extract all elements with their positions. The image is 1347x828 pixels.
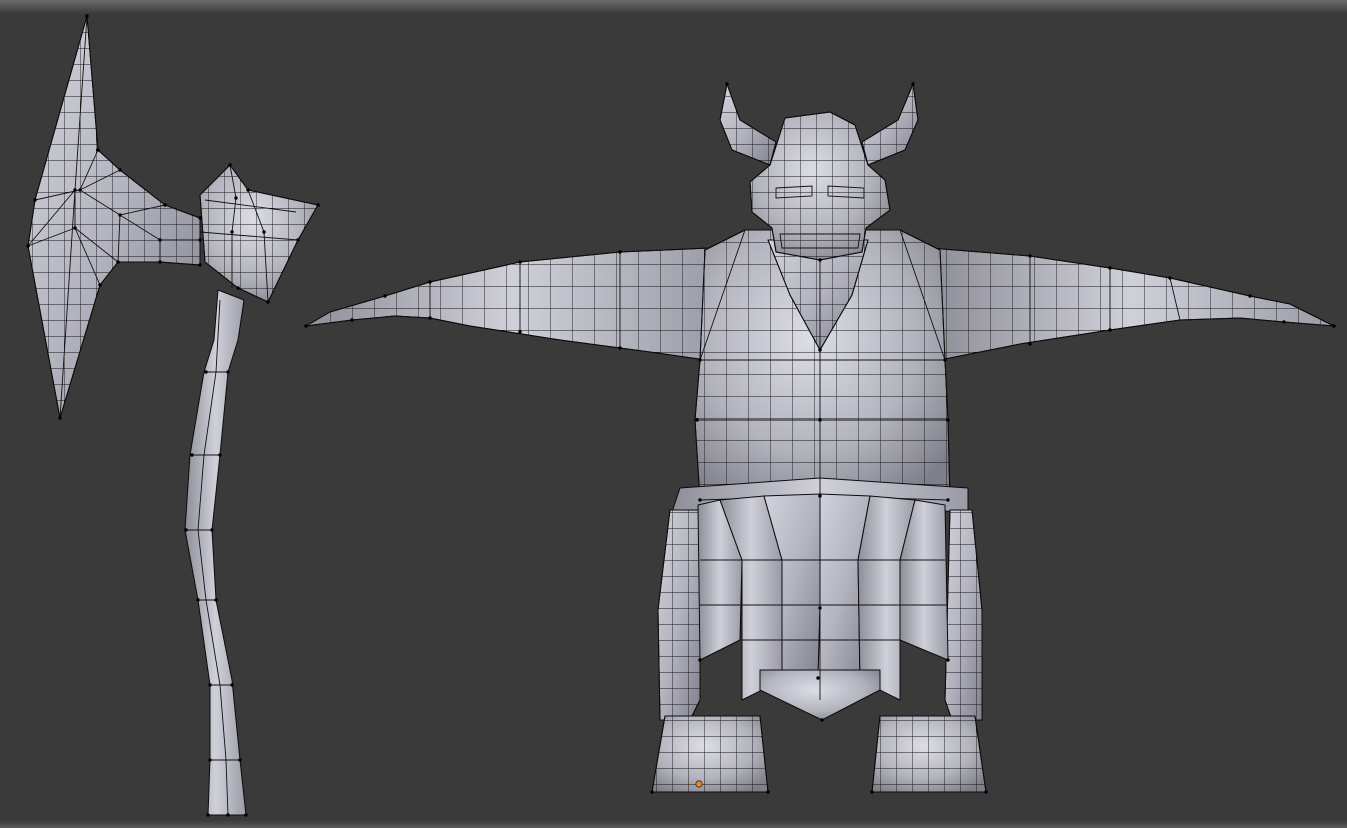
ogre-mesh[interactable] [304,82,1336,794]
3d-cursor-icon [695,780,703,788]
viewport-canvas[interactable] [0,0,1347,828]
axe-mesh[interactable] [26,14,320,817]
3d-viewport[interactable] [0,0,1347,828]
axe-handle [184,289,247,816]
